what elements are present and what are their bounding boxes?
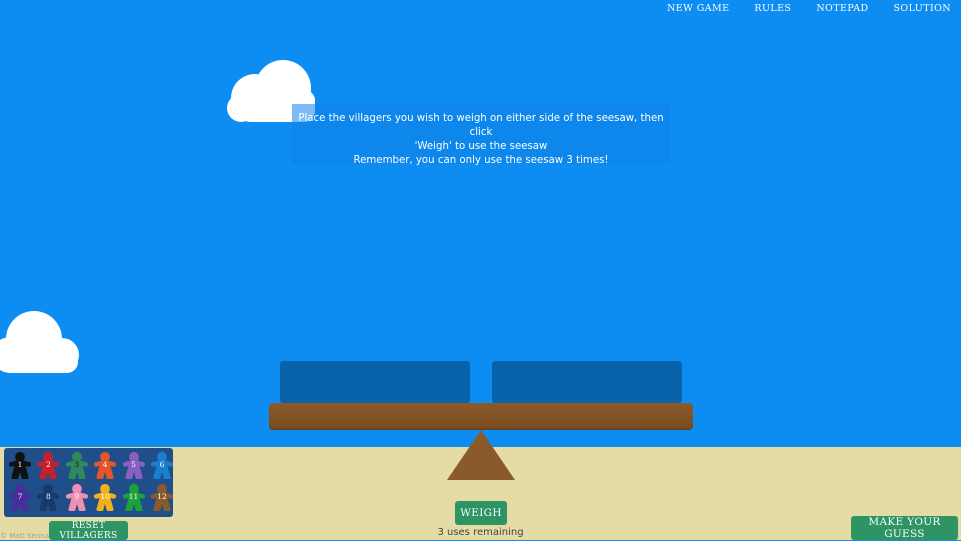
instructions-panel: Place the villagers you wish to weigh on… xyxy=(292,104,670,166)
villager-number: 10 xyxy=(100,492,110,501)
villager-meeple[interactable]: 2 xyxy=(36,451,60,479)
weigh-button[interactable]: WEIGH xyxy=(455,501,507,525)
nav-solution[interactable]: SOLUTION xyxy=(894,3,951,14)
villager-number: 2 xyxy=(46,460,51,469)
seesaw-right-pan[interactable] xyxy=(492,361,682,403)
instructions-line: 'Weigh' to use the seesaw xyxy=(414,141,548,152)
uses-remaining: 3 uses remaining xyxy=(437,527,524,538)
cloud-icon xyxy=(0,311,80,373)
make-your-guess-button[interactable]: MAKE YOUR GUESS xyxy=(851,516,958,540)
sky xyxy=(0,0,961,447)
villager-meeple[interactable]: 10 xyxy=(93,483,117,511)
villager-number: 9 xyxy=(74,492,80,501)
villager-number: 12 xyxy=(157,492,167,501)
villager-meeple[interactable]: 8 xyxy=(36,483,60,511)
villager-number: 8 xyxy=(46,492,51,501)
villager-tray: 1 2 3 4 5 6 7 8 9 10 11 12 xyxy=(4,448,174,517)
villager-meeple[interactable]: 9 xyxy=(65,483,89,511)
seesaw-beam xyxy=(269,403,693,430)
instructions-line: Place the villagers you wish to weigh on… xyxy=(298,113,664,138)
villager-number: 3 xyxy=(74,460,80,469)
villager-meeple[interactable]: 12 xyxy=(150,483,174,511)
reset-villagers-button[interactable]: RESET VILLAGERS xyxy=(49,521,128,541)
villager-number: 7 xyxy=(17,492,23,501)
villager-meeple[interactable]: 1 xyxy=(8,451,32,479)
villager-meeple[interactable]: 11 xyxy=(122,483,146,511)
villager-meeple[interactable]: 6 xyxy=(150,451,174,479)
copyright: © Matt Kenna xyxy=(0,532,49,540)
villager-number: 6 xyxy=(159,460,165,469)
seesaw-fulcrum xyxy=(447,430,515,484)
seesaw-left-pan[interactable] xyxy=(280,361,470,403)
villager-number: 1 xyxy=(17,460,23,469)
nav-rules[interactable]: RULES xyxy=(754,3,791,14)
nav-new-game[interactable]: NEW GAME xyxy=(667,3,729,14)
villager-meeple[interactable]: 7 xyxy=(8,483,32,511)
villager-meeple[interactable]: 4 xyxy=(93,451,117,479)
villager-meeple[interactable]: 3 xyxy=(65,451,89,479)
instructions-line: Remember, you can only use the seesaw 3 … xyxy=(353,155,609,166)
villager-number: 5 xyxy=(131,460,136,469)
villager-meeple[interactable]: 5 xyxy=(122,451,146,479)
top-nav: NEW GAME RULES NOTEPAD SOLUTION xyxy=(667,3,951,14)
nav-notepad[interactable]: NOTEPAD xyxy=(816,3,868,14)
villager-number: 11 xyxy=(128,492,139,501)
villager-number: 4 xyxy=(102,460,108,469)
